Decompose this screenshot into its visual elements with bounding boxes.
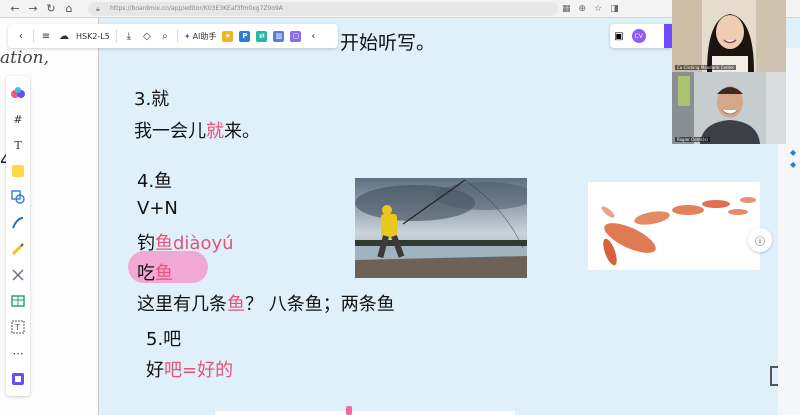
panel-indicator-icon: ◆	[790, 148, 797, 157]
teacher-video-feed	[672, 0, 786, 72]
highlighter-icon[interactable]	[6, 236, 30, 262]
video-tile-student[interactable]: Rogier Ooms(s)	[672, 72, 786, 144]
item4-heading: 4.鱼	[137, 171, 173, 192]
item5-sentence-a: 好	[146, 360, 164, 381]
pink-marker-icon	[346, 406, 352, 415]
bottom-status-bar	[215, 411, 515, 415]
back-chevron-icon[interactable]: ‹	[12, 24, 30, 48]
browser-actions: ▦ ⊕ ☆ ◨	[562, 0, 619, 18]
item4-sentence-a: 这里有几条	[137, 294, 227, 315]
ai-label: AI助手	[192, 31, 217, 41]
dictation-text: 开始听写。	[340, 32, 436, 54]
comment-icon[interactable]: ▢	[290, 30, 302, 42]
templates-icon[interactable]	[6, 366, 30, 392]
ai-assistant-button[interactable]: ✦ AI助手	[181, 24, 220, 48]
cloud-icon[interactable]: ☁	[55, 24, 73, 48]
student-name-label: Rogier Ooms(s)	[675, 137, 710, 142]
item4-sentence: 这里有几条鱼？ 八条鱼；两条鱼	[137, 290, 395, 316]
item4-chiyu-a: 吃	[137, 263, 155, 284]
more-icon[interactable]: ⋯	[6, 340, 30, 366]
bookmark-star-icon[interactable]: ☆	[594, 4, 602, 14]
koi-fish-painting[interactable]	[588, 182, 760, 270]
avatar[interactable]: CV	[631, 29, 646, 43]
lock-icon: 🔒︎	[96, 5, 100, 13]
info-icon[interactable]: ⓘ	[748, 228, 772, 252]
menu-icon[interactable]: ≡	[37, 24, 55, 48]
item4-chiyu-highlight: 鱼	[155, 263, 173, 284]
url-bar[interactable]: 🔒︎ https://boardmix.cn/app/editor/K03E3K…	[88, 2, 558, 16]
home-icon[interactable]: ⌂	[60, 0, 78, 18]
scroll-handle[interactable]	[770, 366, 778, 386]
download-icon[interactable]: ⤓	[120, 24, 138, 48]
back-icon[interactable]: ←	[6, 0, 24, 18]
item3-sentence-highlight: 就	[206, 121, 224, 142]
star-icon[interactable]: ★	[222, 30, 234, 42]
page-fragment-text: ation,	[0, 48, 49, 68]
toolbar-divider	[33, 29, 34, 43]
present-icon[interactable]: ▣	[614, 31, 623, 42]
ai-icon: ✦	[183, 31, 191, 41]
forward-icon[interactable]: →	[24, 0, 42, 18]
fisherman-photo[interactable]	[355, 178, 527, 278]
file-title[interactable]: HSK2-L5	[73, 24, 113, 48]
layout-icon[interactable]: ▥	[273, 30, 285, 42]
item5-sentence: 好吧=好的	[146, 356, 233, 382]
text-icon[interactable]: T	[6, 132, 30, 158]
text-box-icon[interactable]: T	[6, 314, 30, 340]
left-tool-palette: # T T ⋯	[6, 76, 30, 396]
koi-illustration	[588, 182, 760, 270]
item3-sentence-a: 我一会儿	[134, 121, 206, 142]
toolbar-divider	[115, 29, 117, 43]
item5-heading: 5.吧	[146, 329, 182, 350]
item3-sentence-c: 来。	[224, 121, 260, 142]
student-video-feed	[672, 72, 786, 144]
video-tile-teacher[interactable]: Co-Clicking Mandarin Center	[672, 0, 786, 72]
search-icon[interactable]: ⌕	[156, 24, 174, 48]
page-margin-line	[98, 18, 99, 415]
svg-text:T: T	[14, 323, 20, 332]
sticky-note-icon[interactable]	[6, 158, 30, 184]
item4-pattern: V+N	[137, 198, 178, 219]
item5-sentence-highlight: 吧=好的	[164, 360, 234, 381]
reload-icon[interactable]: ↻	[42, 0, 60, 18]
pen-icon[interactable]	[6, 210, 30, 236]
top-right-toolbar: ▣ CV	[610, 24, 672, 48]
p-icon[interactable]: P	[239, 30, 251, 42]
connector-icon[interactable]	[6, 262, 30, 288]
zoom-icon[interactable]: ⊕	[579, 4, 587, 14]
url-text: https://boardmix.cn/app/editor/K03E3KEaf…	[110, 5, 283, 12]
item4-chiyu: 吃鱼	[137, 259, 173, 285]
collapse-icon[interactable]: ‹	[304, 24, 322, 48]
fisherman-illustration	[355, 178, 527, 278]
item4-sentence-highlight: 鱼	[227, 294, 245, 315]
frame-icon[interactable]: #	[6, 106, 30, 132]
share-icon[interactable]: ⇄	[256, 30, 268, 42]
toolbar-divider	[176, 29, 178, 43]
item4-sentence-c: ？ 八条鱼；两条鱼	[245, 294, 395, 315]
extensions-icon[interactable]: ◨	[610, 4, 619, 14]
item3-heading: 3.就	[134, 89, 170, 110]
top-toolbar: ‹ ≡ ☁ HSK2-L5 ⤓ ◇ ⌕ ✦ AI助手 ★ P ⇄ ▥ ▢ ‹	[8, 24, 338, 48]
panel-indicator-icon-2: ◆	[790, 160, 797, 169]
table-icon[interactable]	[6, 288, 30, 314]
item3-sentence: 我一会儿就来。	[134, 117, 260, 143]
translate-icon[interactable]: ▦	[562, 4, 571, 14]
teacher-name-label: Co-Clicking Mandarin Center	[675, 65, 737, 70]
tag-icon[interactable]: ◇	[138, 24, 156, 48]
shapes-color-icon[interactable]	[6, 80, 30, 106]
shape-icon[interactable]	[6, 184, 30, 210]
